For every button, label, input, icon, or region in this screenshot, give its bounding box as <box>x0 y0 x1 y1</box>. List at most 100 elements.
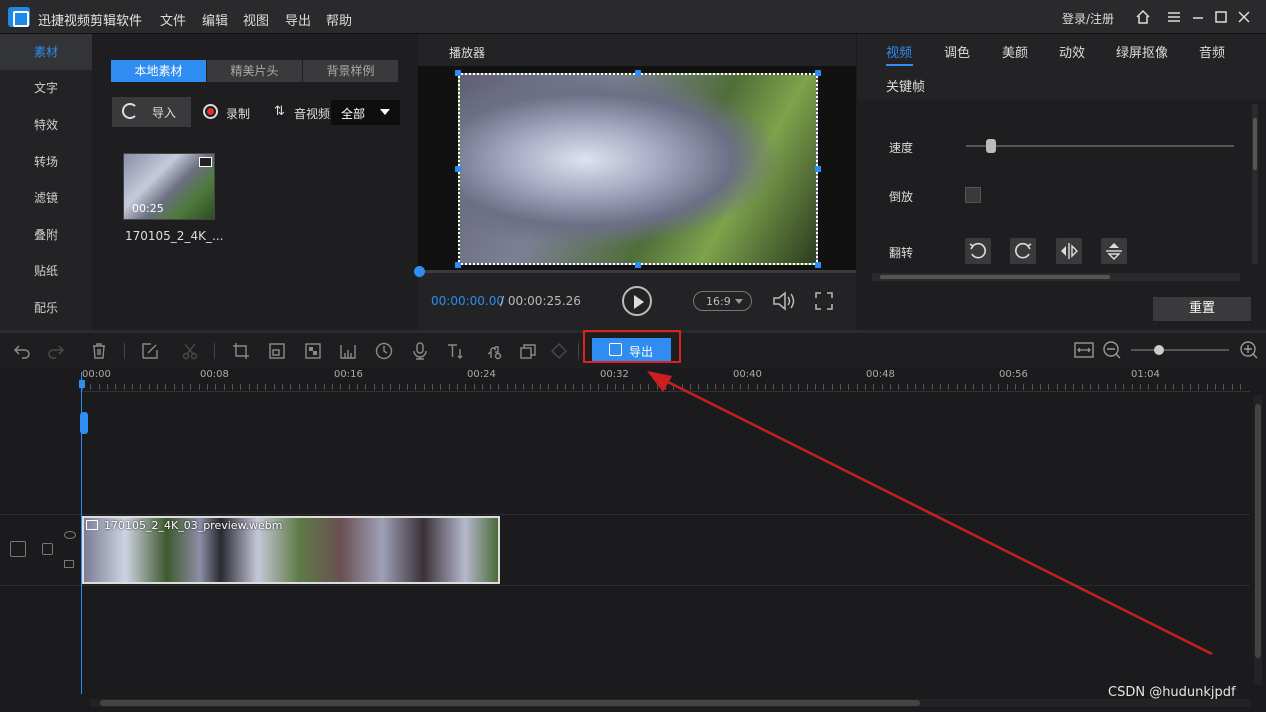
speed-slider-knob[interactable] <box>986 139 996 153</box>
tab-local-material[interactable]: 本地素材 <box>111 60 206 82</box>
sidebar-item-overlay[interactable]: 叠附 <box>0 217 92 253</box>
freeze-frame-icon[interactable] <box>338 341 358 361</box>
redo-icon[interactable] <box>46 341 66 361</box>
flip-vertical-button[interactable] <box>1101 238 1127 264</box>
zoom-slider[interactable] <box>1131 349 1229 351</box>
split-icon[interactable] <box>180 341 200 361</box>
sidebar-item-text[interactable]: 文字 <box>0 70 92 106</box>
crop-icon[interactable] <box>231 341 251 361</box>
reverse-checkbox[interactable] <box>965 187 981 203</box>
ruler-tick <box>132 384 133 390</box>
ruler-tick <box>165 384 166 390</box>
tab-motion[interactable]: 动效 <box>1059 42 1085 61</box>
tab-greenscreen[interactable]: 绿屏抠像 <box>1116 42 1168 61</box>
play-button[interactable] <box>622 286 652 316</box>
resize-handle[interactable] <box>815 262 821 268</box>
tab-color[interactable]: 调色 <box>944 42 970 61</box>
ruler-tick <box>657 384 658 390</box>
filter-dropdown[interactable]: 全部 <box>331 100 400 125</box>
home-icon[interactable] <box>1134 8 1152 26</box>
aspect-ratio-value: 16:9 <box>706 295 731 308</box>
playhead-handle[interactable] <box>80 412 88 434</box>
tab-beauty[interactable]: 美颜 <box>1002 42 1028 61</box>
volume-icon[interactable] <box>772 290 796 312</box>
properties-scroll-thumb[interactable] <box>1253 118 1257 170</box>
timeline-hscroll-thumb[interactable] <box>100 700 920 706</box>
lock-icon[interactable] <box>42 543 53 555</box>
ruler-tick <box>290 384 291 390</box>
tab-keyframe[interactable]: 关键帧 <box>886 76 925 95</box>
resize-icon[interactable] <box>267 341 287 361</box>
sidebar-item-material[interactable]: 素材 <box>0 34 92 70</box>
thumbnail-name: 170105_2_4K_... <box>125 229 224 243</box>
maximize-icon[interactable] <box>1212 8 1230 26</box>
resize-handle[interactable] <box>455 262 461 268</box>
flip-horizontal-button[interactable] <box>1056 238 1082 264</box>
import-button[interactable]: 导入 <box>112 97 191 127</box>
resize-handle[interactable] <box>815 70 821 76</box>
ruler-tick <box>1107 384 1108 390</box>
ruler-tick <box>307 384 308 390</box>
menu-view[interactable]: 视图 <box>243 10 269 29</box>
tab-backgrounds[interactable]: 背景样例 <box>303 60 398 82</box>
progress-knob[interactable] <box>414 266 425 277</box>
mosaic-icon[interactable] <box>303 341 323 361</box>
av-filter-label[interactable]: 音视频 <box>294 105 330 122</box>
tab-intro[interactable]: 精美片头 <box>207 60 302 82</box>
delete-icon[interactable] <box>89 341 109 361</box>
resize-handle[interactable] <box>455 166 461 172</box>
rotate-left-button[interactable] <box>965 238 991 264</box>
playhead-marker[interactable] <box>79 380 85 388</box>
close-icon[interactable] <box>1235 8 1253 26</box>
menu-edit[interactable]: 编辑 <box>202 10 228 29</box>
menu-file[interactable]: 文件 <box>160 10 186 29</box>
speaker-icon[interactable] <box>64 560 74 568</box>
timeline-vscroll-thumb[interactable] <box>1255 404 1261 658</box>
fit-timeline-icon[interactable] <box>1073 340 1095 360</box>
login-link[interactable]: 登录/注册 <box>1062 10 1114 27</box>
menu-icon[interactable] <box>1165 8 1183 26</box>
tab-video[interactable]: 视频 <box>886 42 912 61</box>
resize-handle[interactable] <box>815 166 821 172</box>
sidebar-item-filters[interactable]: 滤镜 <box>0 180 92 216</box>
resize-handle[interactable] <box>635 70 641 76</box>
ruler-tick <box>732 384 733 390</box>
ruler-tick <box>124 384 125 390</box>
undo-icon[interactable] <box>12 341 32 361</box>
record-icon[interactable] <box>203 104 218 119</box>
menu-help[interactable]: 帮助 <box>326 10 352 29</box>
speed-slider[interactable] <box>966 145 1234 147</box>
aspect-ratio-select[interactable]: 16:9 <box>693 291 752 311</box>
eye-icon[interactable] <box>64 531 76 539</box>
resize-handle[interactable] <box>635 262 641 268</box>
sidebar-item-music[interactable]: 配乐 <box>0 290 92 326</box>
duration-icon[interactable] <box>374 341 394 361</box>
fullscreen-icon[interactable] <box>814 291 834 311</box>
record-button[interactable]: 录制 <box>226 105 250 122</box>
video-preview[interactable] <box>458 73 818 265</box>
zoom-slider-knob[interactable] <box>1154 345 1164 355</box>
sidebar-item-stickers[interactable]: 贴纸 <box>0 253 92 289</box>
keyframe-icon[interactable] <box>550 342 568 360</box>
sidebar-item-transitions[interactable]: 转场 <box>0 144 92 180</box>
tab-audio[interactable]: 音频 <box>1199 42 1225 61</box>
microphone-icon[interactable] <box>410 341 430 361</box>
zoom-out-icon[interactable] <box>1102 340 1122 360</box>
zoom-in-icon[interactable] <box>1239 340 1259 360</box>
edit-icon[interactable] <box>140 341 160 361</box>
ruler-tick <box>1173 384 1174 390</box>
resize-handle[interactable] <box>455 70 461 76</box>
player-progress-bar[interactable] <box>418 270 856 273</box>
menu-export[interactable]: 导出 <box>285 10 311 29</box>
rotate-right-button[interactable] <box>1010 238 1036 264</box>
text-to-speech-icon[interactable] <box>446 341 466 361</box>
app-logo-icon <box>8 7 30 27</box>
ruler-tick <box>982 384 983 390</box>
color-icon[interactable] <box>483 341 503 361</box>
sidebar-item-effects[interactable]: 特效 <box>0 107 92 143</box>
ruler-tick <box>898 384 899 390</box>
properties-hscroll-thumb[interactable] <box>880 275 1110 279</box>
reset-button[interactable]: 重置 <box>1153 297 1251 321</box>
overlay-icon[interactable] <box>518 341 538 361</box>
minimize-icon[interactable] <box>1189 8 1207 26</box>
